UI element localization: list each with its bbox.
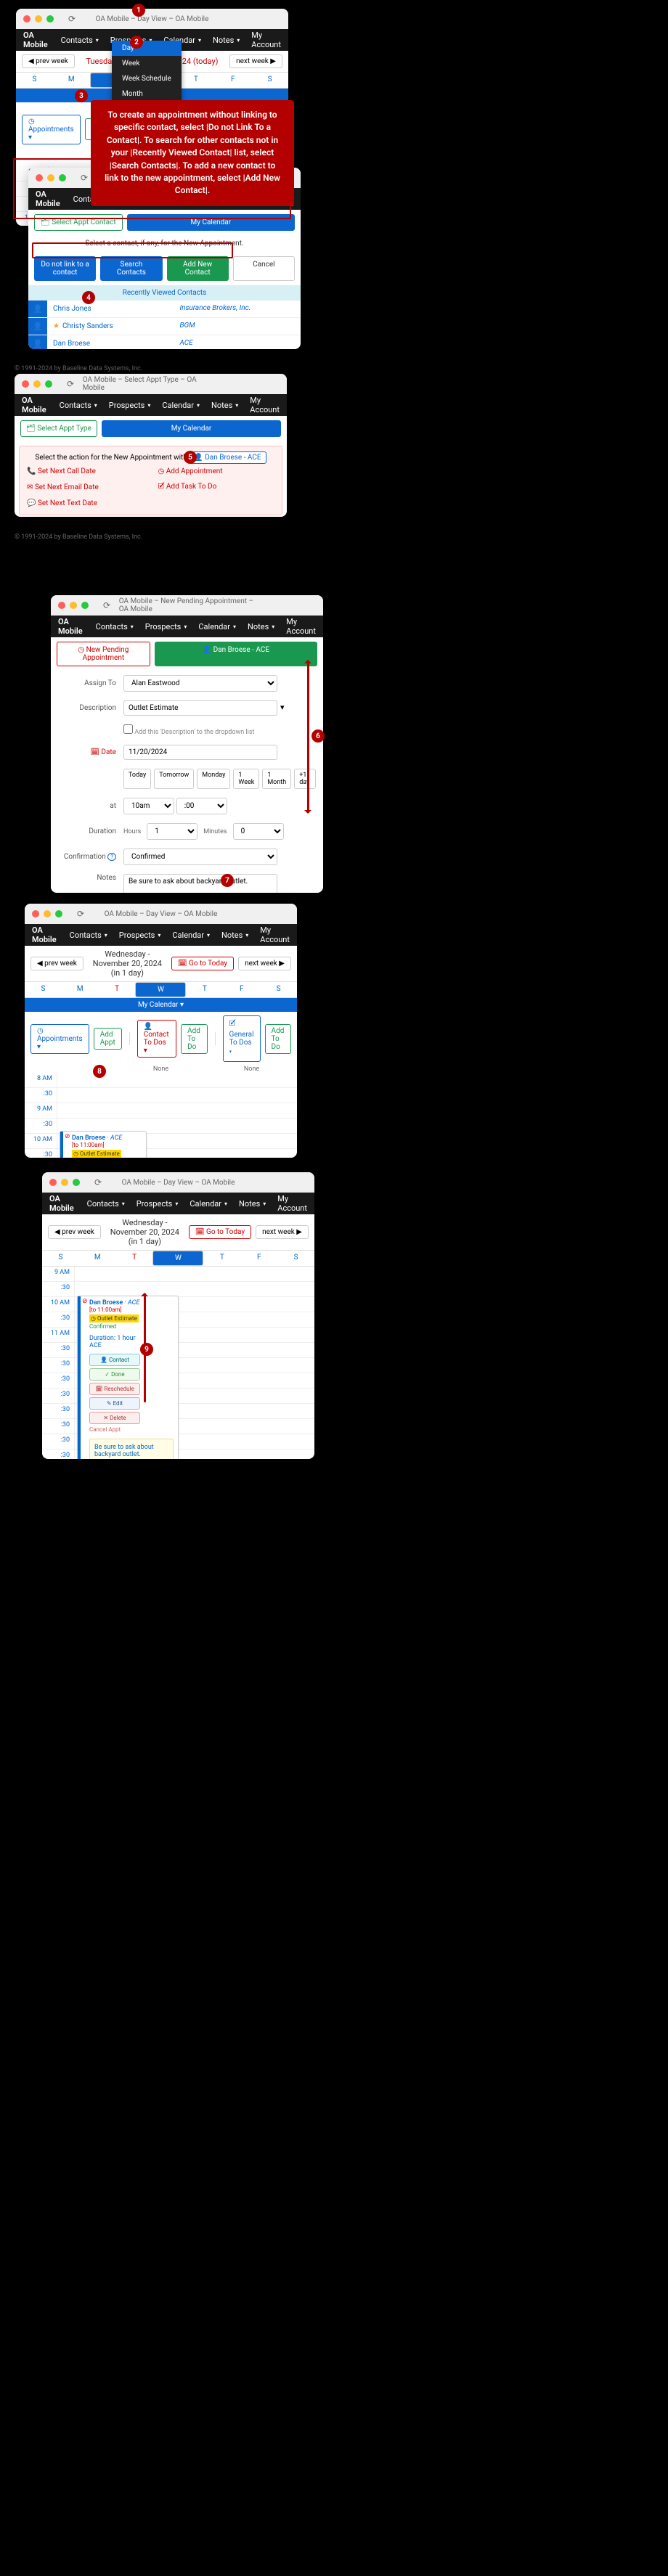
hours-select[interactable]: 1	[147, 823, 197, 840]
badge-8: 8	[93, 1065, 106, 1078]
day-m[interactable]: M	[53, 73, 90, 88]
hour-select[interactable]: 10am	[123, 798, 174, 814]
select-appt-contact-button[interactable]: 🗂 Select Appt Contact	[34, 214, 123, 231]
stop-icon: ⊘	[82, 1298, 88, 1305]
minute-select[interactable]: :00	[176, 798, 227, 814]
recent-heading: Recently Viewed Contacts	[28, 285, 301, 300]
contact-button[interactable]: 👤 Contact	[89, 1354, 140, 1366]
nav-notes[interactable]: Notes	[208, 36, 244, 45]
day-t2[interactable]: T	[177, 73, 214, 88]
brand: OA Mobile	[23, 30, 48, 49]
my-calendar-button[interactable]: My Calendar	[102, 420, 281, 437]
set-text-link[interactable]: 💬 Set Next Text Date	[27, 499, 144, 507]
new-pending-button[interactable]: ◷ New Pending Appointment	[57, 642, 150, 666]
notes-textarea[interactable]: Be sure to ask about backyard outlet.	[123, 874, 277, 893]
badge-2: 2	[130, 36, 143, 49]
appt-note: Be sure to ask about backyard outlet.	[89, 1439, 174, 1459]
badge-9: 9	[140, 1343, 153, 1356]
nav-contacts[interactable]: Contacts	[57, 36, 103, 45]
delete-button[interactable]: ✕ Delete	[89, 1412, 140, 1424]
menu-week[interactable]: Week	[112, 56, 182, 71]
prev-week-button[interactable]: ◀ prev week	[22, 54, 75, 68]
quick-tomorrow[interactable]: Tomorrow	[154, 769, 194, 789]
quick-1week[interactable]: 1 Week	[233, 769, 259, 789]
nav-myaccount[interactable]: My Account	[247, 30, 285, 49]
contact-header[interactable]: 👤 Dan Broese - ACE	[155, 642, 317, 666]
quick-date-buttons: Today Tomorrow Monday 1 Week 1 Month +1 …	[123, 769, 316, 789]
arrow-6	[307, 661, 309, 813]
set-call-link[interactable]: 📞 Set Next Call Date	[27, 467, 144, 475]
contact-chip[interactable]: 👤 Dan Broese - ACE	[189, 451, 266, 464]
window-dayview-2: ⟳OA Mobile – Day View – OA Mobile OA Mob…	[25, 904, 297, 1158]
add-appointment-link[interactable]: ◷ Add Appointment	[158, 467, 275, 475]
confirmation-select[interactable]: Confirmed	[123, 849, 277, 865]
refresh-icon[interactable]: ⟳	[81, 173, 88, 183]
window-title: OA Mobile – Day View – OA Mobile	[96, 15, 209, 23]
appointment-detail-block[interactable]: ⊘ Dan Broese · ACE [to 11:00am] ◷ Outlet…	[77, 1296, 179, 1459]
menu-weeksched[interactable]: Week Schedule	[112, 71, 182, 86]
my-calendar-button[interactable]: My Calendar	[127, 214, 295, 231]
star-icon: ★	[53, 322, 60, 330]
minutes-select[interactable]: 0	[233, 823, 284, 840]
menu-month[interactable]: Month	[112, 86, 182, 102]
quick-plus1[interactable]: +1 day	[294, 769, 316, 789]
quick-1month[interactable]: 1 Month	[262, 769, 291, 789]
window-select-type: ⟳OA Mobile – Select Appt Type – OA Mobil…	[15, 374, 287, 517]
next-week-button[interactable]: next week ▶	[229, 54, 282, 68]
description-input[interactable]	[123, 700, 277, 716]
day-s2[interactable]: S	[251, 73, 288, 88]
cancel-button[interactable]: Cancel	[233, 256, 295, 281]
prompt-text: Select a contact, if any, for the New Ap…	[28, 235, 301, 252]
instruction-callout: To create an appointment without linking…	[91, 100, 294, 206]
badge-5: 5	[184, 451, 197, 464]
appointment-block[interactable]: ⊘ Dan Broese · ACE [to 11:00am] ◷ Outlet…	[60, 1131, 147, 1158]
no-link-button[interactable]: Do not link to a contact	[34, 256, 96, 281]
desc-dropdown-checkbox[interactable]	[123, 724, 133, 734]
add-new-contact-button[interactable]: Add New Contact	[167, 256, 229, 281]
done-button[interactable]: ✓ Done	[89, 1368, 140, 1381]
action-panel: Select the action for the New Appointmen…	[19, 446, 282, 515]
contact-row[interactable]: 👤★ Christy SandersBGM	[28, 318, 301, 335]
badge-7: 7	[221, 874, 234, 887]
assign-select[interactable]: Alan Eastwood	[123, 675, 277, 692]
set-email-link[interactable]: ✉ Set Next Email Date	[27, 481, 144, 494]
stop-icon: ⊘	[65, 1133, 70, 1140]
appointments-button[interactable]: ◷ Appointments ▾	[22, 115, 81, 144]
badge-3: 3	[75, 89, 88, 102]
cancel-appt-link[interactable]: Cancel Appt	[89, 1426, 174, 1433]
edit-button[interactable]: ✎ Edit	[89, 1397, 140, 1410]
person-icon: 👤	[28, 300, 47, 317]
person-icon: 👤	[28, 335, 47, 349]
next-week-button[interactable]: next week ▶	[238, 957, 291, 970]
copyright: © 1991-2024 by Baseline Data Systems, In…	[15, 354, 142, 372]
help-icon[interactable]: ?	[107, 853, 116, 861]
badge-1: 1	[132, 4, 145, 17]
day-s[interactable]: S	[16, 73, 53, 88]
search-contacts-button[interactable]: Search Contacts	[100, 256, 162, 281]
refresh-icon[interactable]: ⟳	[68, 14, 76, 24]
quick-monday[interactable]: Monday	[197, 769, 230, 789]
traffic-lights	[23, 15, 54, 23]
day-f[interactable]: F	[214, 73, 251, 88]
menu-day[interactable]: Day	[112, 41, 182, 56]
add-task-link[interactable]: 🗹 Add Task To Do	[158, 481, 275, 494]
reschedule-button[interactable]: 🗓 Reschedule	[89, 1383, 140, 1395]
badge-6: 6	[311, 729, 325, 743]
quick-today[interactable]: Today	[123, 769, 151, 789]
window-new-appointment: ⟳OA Mobile – New Pending Appointment – O…	[51, 595, 323, 893]
window-dayview-3: ⟳OA Mobile – Day View – OA Mobile OA Mob…	[42, 1172, 314, 1459]
badge-4: 4	[82, 291, 95, 304]
date-input[interactable]	[123, 745, 277, 760]
go-today-button[interactable]: 🗓 Go to Today	[171, 957, 234, 970]
select-appt-type-button[interactable]: 🗂 Select Appt Type	[20, 420, 97, 437]
contact-row[interactable]: 👤Chris JonesInsurance Brokers, Inc.	[28, 300, 301, 318]
contact-row[interactable]: 👤Dan BroeseACE	[28, 335, 301, 349]
titlebar: ⟳ OA Mobile – Day View – OA Mobile	[16, 9, 288, 29]
prev-week-button[interactable]: ◀ prev week	[30, 957, 84, 970]
person-icon: 👤	[28, 318, 47, 335]
